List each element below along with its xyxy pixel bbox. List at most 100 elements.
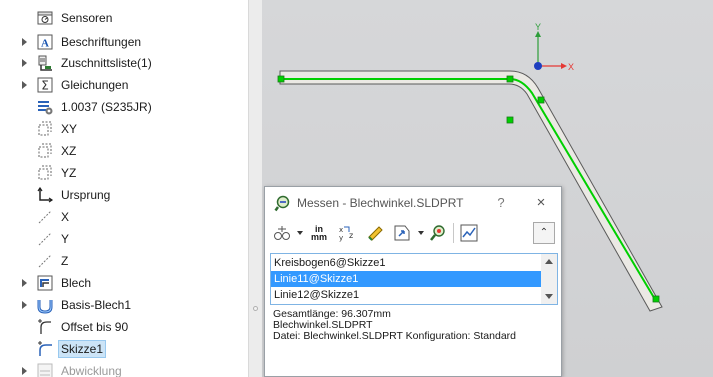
sketch-point[interactable] <box>537 96 545 104</box>
expand-icon[interactable] <box>22 81 27 89</box>
triad-x-label: X <box>568 62 574 72</box>
help-button[interactable]: ? <box>491 193 511 213</box>
tree-item-label: Y <box>61 232 70 246</box>
tree-item-label: 1.0037 (S235JR) <box>61 100 152 114</box>
splitter-handle[interactable] <box>253 306 258 311</box>
tree-item-ursprung[interactable]: Ursprung <box>0 185 248 205</box>
sketch-point[interactable] <box>506 75 514 83</box>
units-button[interactable]: in mm <box>307 221 331 245</box>
measure-results: Gesamtlänge: 96.307mm Blechwinkel.SLDPRT… <box>273 309 557 342</box>
expand-icon[interactable] <box>22 367 27 375</box>
annotations-icon: A <box>36 33 54 51</box>
expand-icon[interactable] <box>22 38 27 46</box>
base-flange-icon <box>36 296 54 314</box>
panel-splitter[interactable] <box>248 0 262 377</box>
expand-icon[interactable] <box>22 301 27 309</box>
scroll-down-icon[interactable] <box>545 294 553 299</box>
tree-item-label: Gleichungen <box>61 78 129 92</box>
tree-item-gleichungen[interactable]: Σ Gleichungen <box>0 75 248 95</box>
sketch-point[interactable] <box>506 116 514 124</box>
arc-circle-measure-icon[interactable] <box>271 221 293 245</box>
svg-text:A: A <box>41 38 49 50</box>
tree-item-label: Offset bis 90 <box>61 320 129 334</box>
tree-item-plane-yz[interactable]: YZ <box>0 163 248 183</box>
sensor-icon <box>36 9 54 27</box>
bend-icon <box>36 318 54 336</box>
file-config-text: Datei: Blechwinkel.SLDPRT Konfiguration:… <box>273 330 516 342</box>
dialog-title: Messen - Blechwinkel.SLDPRT <box>297 196 464 210</box>
list-item-selected[interactable]: Linie11@Skizze1 <box>271 271 541 287</box>
tree-item-label: Ursprung <box>61 188 111 202</box>
axis-icon <box>36 230 54 248</box>
tree-item-label: Beschriftungen <box>61 35 142 49</box>
sketch-icon <box>36 340 54 358</box>
measure-history-icon[interactable] <box>427 221 449 245</box>
list-scrollbar[interactable] <box>541 254 557 304</box>
flat-pattern-icon <box>36 362 54 377</box>
projection-icon[interactable] <box>391 221 413 245</box>
tree-item-axis-y[interactable]: Y <box>0 229 248 249</box>
collapse-button[interactable]: ⌃ <box>533 222 555 244</box>
svg-text:x: x <box>339 226 343 234</box>
tree-item-label: Blech <box>61 276 92 290</box>
units-label-bottom: mm <box>310 232 327 242</box>
tree-item-blech[interactable]: Blech <box>0 273 248 293</box>
expand-icon[interactable] <box>22 279 27 287</box>
origin-icon <box>36 186 54 204</box>
material-icon <box>36 98 54 116</box>
equations-icon: Σ <box>36 76 54 94</box>
chevron-down-icon[interactable] <box>297 231 303 235</box>
expand-icon[interactable] <box>22 59 27 67</box>
tree-item-skizze1[interactable]: Skizze1 <box>0 339 248 359</box>
tree-item-label: Zuschnittsliste(1) <box>61 56 152 70</box>
selection-list[interactable]: Kreisbogen6@Skizze1 Linie11@Skizze1 Lini… <box>270 253 558 305</box>
sheet-metal-icon <box>36 274 54 292</box>
tree-item-offset-bis-90[interactable]: Offset bis 90 <box>0 317 248 337</box>
dialog-titlebar[interactable]: Messen - Blechwinkel.SLDPRT ? × <box>265 187 561 219</box>
tree-item-label: XZ <box>61 144 77 158</box>
svg-text:z: z <box>349 231 353 240</box>
feature-manager-tree: Sensoren A Beschriftungen Zuschnittslist… <box>0 0 248 377</box>
tree-item-label: Abwicklung <box>61 364 122 377</box>
plane-icon <box>36 120 54 138</box>
tree-item-label: X <box>61 210 70 224</box>
svg-text:y: y <box>339 234 343 242</box>
tree-item-sensoren[interactable]: Sensoren <box>0 8 248 28</box>
tree-item-axis-x[interactable]: X <box>0 207 248 227</box>
plane-icon <box>36 142 54 160</box>
show-xyz-icon[interactable]: xyz <box>335 221 359 245</box>
tree-item-plane-xy[interactable]: XY <box>0 119 248 139</box>
tree-item-beschriftungen[interactable]: A Beschriftungen <box>0 32 248 52</box>
close-button[interactable]: × <box>531 193 551 213</box>
measure-tool-icon <box>274 194 292 212</box>
cut-list-icon <box>36 54 54 72</box>
list-item[interactable]: Linie12@Skizze1 <box>271 287 541 303</box>
tree-item-basis-blech1[interactable]: Basis-Blech1 <box>0 295 248 315</box>
tree-item-plane-xz[interactable]: XZ <box>0 141 248 161</box>
scroll-up-icon[interactable] <box>545 259 553 264</box>
tree-item-label: YZ <box>61 166 77 180</box>
triad-y-label: Y <box>535 22 541 32</box>
axis-icon <box>36 208 54 226</box>
list-item[interactable]: Kreisbogen6@Skizze1 <box>271 255 541 271</box>
tree-item-label: Sensoren <box>61 11 113 25</box>
tree-item-abwicklung[interactable]: Abwicklung <box>0 361 248 377</box>
toolbar-divider <box>453 223 454 243</box>
tree-item-label: Basis-Blech1 <box>61 298 132 312</box>
coordinate-triad: Y X <box>534 22 574 72</box>
chevron-down-icon[interactable] <box>418 231 424 235</box>
sketch-point[interactable] <box>277 75 285 83</box>
measure-toolbar: in mm xyz ⌃ <box>271 221 557 247</box>
plane-icon <box>36 164 54 182</box>
tree-item-axis-z[interactable]: Z <box>0 251 248 271</box>
tree-item-label: Z <box>61 254 69 268</box>
svg-text:Σ: Σ <box>41 79 49 93</box>
point-to-point-icon[interactable] <box>363 221 387 245</box>
measure-dialog[interactable]: Messen - Blechwinkel.SLDPRT ? × in mm xyz… <box>264 186 562 377</box>
tree-item-label: XY <box>61 122 78 136</box>
sensor-chart-icon[interactable] <box>457 221 481 245</box>
tree-item-material[interactable]: 1.0037 (S235JR) <box>0 97 248 117</box>
tree-item-label: Skizze1 <box>57 340 107 358</box>
tree-item-zuschnittsliste[interactable]: Zuschnittsliste(1) <box>0 53 248 73</box>
sketch-point[interactable] <box>652 295 660 303</box>
